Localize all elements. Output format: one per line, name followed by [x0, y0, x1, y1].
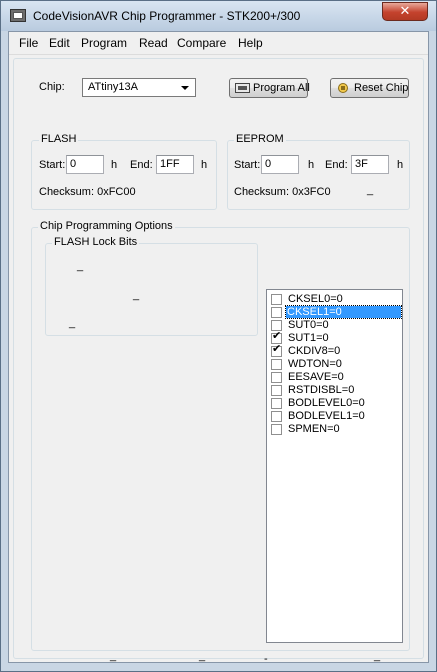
- title-bar[interactable]: CodeVisionAVR Chip Programmer - STK200+/…: [1, 1, 436, 31]
- eeprom-start-unit: h: [308, 159, 315, 171]
- check-icon: ✔: [272, 330, 282, 342]
- fuse-checkbox[interactable]: [271, 372, 282, 383]
- options-group-title: Chip Programming Options: [38, 220, 175, 232]
- chip-select-value: ATtiny13A: [88, 81, 138, 93]
- lock-bits-dash-3: _: [69, 317, 76, 329]
- fuse-label: EESAVE=0: [288, 371, 344, 383]
- flash-end-input[interactable]: 1FF: [156, 155, 194, 174]
- eeprom-group: EEPROM: [227, 133, 410, 210]
- lock-bits-group: FLASH Lock Bits: [45, 236, 258, 336]
- bottom-dash-2: _: [199, 650, 206, 662]
- menu-bar: File Edit Program Read Compare Help: [9, 32, 428, 55]
- chip-icon: [235, 83, 250, 93]
- fuse-item-spmen[interactable]: SPMEN=0: [271, 423, 401, 437]
- check-icon: ✔: [272, 343, 282, 355]
- fuse-label: CKSEL0=0: [288, 293, 343, 305]
- menu-compare[interactable]: Compare: [177, 36, 226, 50]
- fuse-bits-list[interactable]: CKSEL0=0 CKSEL1=0 SUT0=0 ✔ SUT1=0 ✔ CKDI…: [266, 289, 403, 643]
- fuse-checkbox[interactable]: ✔: [271, 343, 282, 357]
- eeprom-end-input[interactable]: 3F: [351, 155, 389, 174]
- menu-edit[interactable]: Edit: [49, 36, 70, 50]
- chevron-down-icon: [181, 86, 189, 90]
- flash-end-label: End:: [130, 159, 153, 171]
- reset-chip-label: Reset Chip: [354, 82, 409, 94]
- lock-bits-dash-1: _: [77, 260, 84, 272]
- close-button[interactable]: ✕: [382, 2, 428, 21]
- client-area: File Edit Program Read Compare Help Chip…: [8, 31, 429, 665]
- program-all-button[interactable]: Program All: [229, 78, 310, 98]
- close-icon: ✕: [399, 3, 411, 18]
- eeprom-end-value: 3F: [355, 158, 368, 170]
- lock-bits-dash-2: _: [133, 289, 140, 301]
- fuse-checkbox[interactable]: [271, 359, 282, 370]
- fuse-label: CKSEL1=0: [285, 305, 402, 319]
- eeprom-end-label: End:: [325, 159, 348, 171]
- menu-file[interactable]: File: [19, 36, 38, 50]
- fuse-checkbox[interactable]: [271, 385, 282, 396]
- bottom-dash-1: _: [110, 650, 117, 662]
- menu-program[interactable]: Program: [81, 36, 127, 50]
- chip-label: Chip:: [39, 81, 65, 93]
- fuse-label: WDTON=0: [288, 358, 342, 370]
- flash-start-input[interactable]: 0: [66, 155, 104, 174]
- window-title: CodeVisionAVR Chip Programmer - STK200+/…: [33, 9, 301, 23]
- flash-start-label: Start:: [39, 159, 66, 171]
- flash-end-value: 1FF: [160, 158, 180, 170]
- reset-chip-button[interactable]: Reset Chip: [330, 78, 409, 98]
- bottom-dash-3: -: [264, 653, 268, 665]
- eeprom-start-label: Start:: [234, 159, 261, 171]
- chip-select[interactable]: ATtiny13A: [82, 78, 196, 97]
- flash-end-unit: h: [201, 159, 208, 171]
- fuse-label: BODLEVEL1=0: [288, 410, 365, 422]
- flash-start-unit: h: [111, 159, 118, 171]
- flash-group-title: FLASH: [39, 133, 79, 145]
- main-panel: Chip: ATtiny13A Program All Reset Chip F…: [11, 56, 426, 665]
- eeprom-end-unit: h: [397, 159, 404, 171]
- fuse-label: SUT1=0: [288, 332, 329, 344]
- fuse-checkbox[interactable]: [271, 307, 282, 318]
- reset-icon: [338, 83, 348, 93]
- fuse-checkbox[interactable]: [271, 398, 282, 409]
- lock-bits-title: FLASH Lock Bits: [52, 236, 140, 248]
- eeprom-checksum: Checksum: 0x3FC0: [234, 186, 331, 198]
- app-icon: [10, 9, 26, 22]
- flash-checksum: Checksum: 0xFC00: [39, 186, 136, 198]
- fuse-label: SPMEN=0: [288, 423, 340, 435]
- fuse-label: RSTDISBL=0: [288, 384, 355, 396]
- eeprom-start-input[interactable]: 0: [261, 155, 299, 174]
- fuse-checkbox[interactable]: [271, 294, 282, 305]
- fuse-label: BODLEVEL0=0: [288, 397, 365, 409]
- fuse-checkbox[interactable]: [271, 424, 282, 435]
- flash-group: FLASH: [31, 133, 217, 210]
- menu-read[interactable]: Read: [139, 36, 168, 50]
- fuse-label: SUT0=0: [288, 319, 329, 331]
- fuse-checkbox[interactable]: [271, 411, 282, 422]
- menu-help[interactable]: Help: [238, 36, 263, 50]
- eeprom-group-title: EEPROM: [234, 133, 286, 145]
- program-all-label: Program All: [253, 82, 310, 94]
- flash-start-value: 0: [70, 158, 77, 170]
- bottom-dash-4: _: [374, 650, 381, 662]
- eeprom-dash: _: [367, 184, 374, 196]
- chip-programmer-window: CodeVisionAVR Chip Programmer - STK200+/…: [0, 0, 437, 672]
- fuse-label: CKDIV8=0: [288, 345, 341, 357]
- eeprom-start-value: 0: [265, 158, 272, 170]
